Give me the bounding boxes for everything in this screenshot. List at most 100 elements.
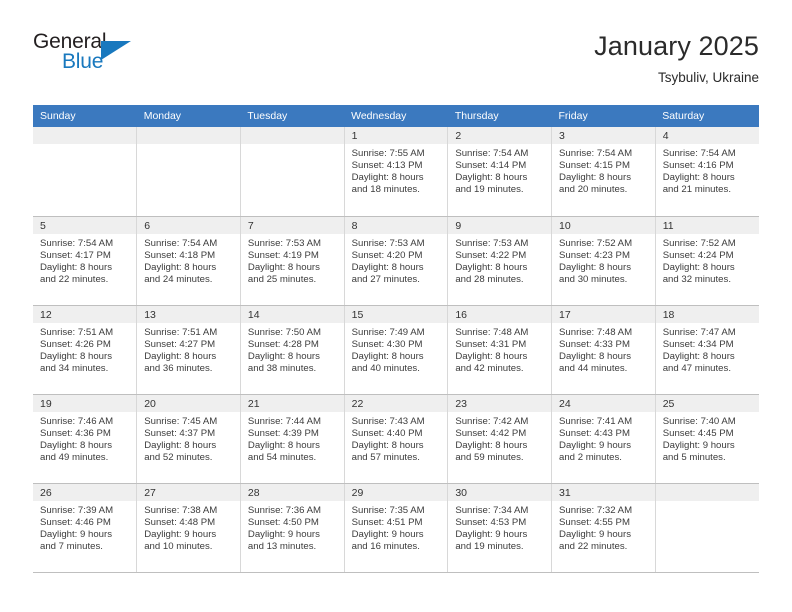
calendar-day-cell[interactable]: 27 Sunrise: 7:38 AM Sunset: 4:48 PM Dayligh… (136, 483, 241, 573)
calendar-day-cell-empty (33, 127, 138, 217)
day-detail-line: Daylight: 8 hours (144, 261, 217, 273)
day-details: Sunrise: 7:46 AM Sunset: 4:36 PM Daylight:… (33, 412, 136, 464)
day-number: 29 (344, 483, 448, 501)
day-details: Sunrise: 7:54 AM Sunset: 4:16 PM Daylight:… (656, 144, 759, 196)
day-details: Sunrise: 7:50 AM Sunset: 4:28 PM Daylight:… (241, 323, 344, 375)
day-number: 7 (240, 216, 344, 234)
calendar-day-cell[interactable]: 21 Sunrise: 7:44 AM Sunset: 4:39 PM Dayligh… (240, 394, 345, 484)
day-number: 16 (448, 305, 552, 323)
calendar-day-cell-empty (136, 127, 241, 217)
calendar-day-cell[interactable]: 22 Sunrise: 7:43 AM Sunset: 4:40 PM Dayligh… (344, 394, 449, 484)
day-detail-line: and 5 minutes. (662, 451, 726, 463)
day-detail-line: Sunrise: 7:52 AM (559, 237, 633, 249)
day-number (655, 483, 759, 501)
day-detail-line: Sunset: 4:31 PM (455, 338, 527, 350)
day-detail-line: Sunset: 4:40 PM (351, 427, 423, 439)
day-details: Sunrise: 7:45 AM Sunset: 4:37 PM Daylight:… (137, 412, 240, 464)
day-details: Sunrise: 7:51 AM Sunset: 4:26 PM Daylight:… (33, 323, 136, 375)
calendar-day-cell[interactable]: 9 Sunrise: 7:53 AM Sunset: 4:22 PM Daylight… (447, 216, 553, 306)
day-detail-line: Sunset: 4:28 PM (247, 338, 319, 350)
day-detail-line: Sunrise: 7:43 AM (351, 415, 425, 427)
day-number: 17 (552, 305, 655, 323)
weekday-header-friday: Friday (551, 105, 656, 127)
day-number: 3 (552, 127, 655, 144)
triangle-icon (101, 41, 131, 60)
day-number (33, 127, 137, 144)
day-detail-line: Daylight: 8 hours (455, 350, 528, 362)
calendar-day-cell[interactable]: 16 Sunrise: 7:48 AM Sunset: 4:31 PM Dayligh… (447, 305, 553, 395)
calendar-day-cell[interactable]: 25 Sunrise: 7:40 AM Sunset: 4:45 PM Dayligh… (655, 394, 759, 484)
day-detail-line: Sunrise: 7:53 AM (247, 237, 321, 249)
calendar-day-cell[interactable]: 6 Sunrise: 7:54 AM Sunset: 4:18 PM Daylight… (136, 216, 241, 306)
calendar-day-cell[interactable]: 1 Sunrise: 7:55 AM Sunset: 4:13 PM Daylight… (344, 127, 449, 217)
calendar-day-cell[interactable]: 14 Sunrise: 7:50 AM Sunset: 4:28 PM Dayligh… (240, 305, 345, 395)
day-detail-line: Sunrise: 7:39 AM (40, 504, 114, 516)
day-detail-line: Daylight: 8 hours (662, 350, 735, 362)
brand-name-blue: Blue (62, 50, 104, 73)
calendar-day-cell[interactable]: 18 Sunrise: 7:47 AM Sunset: 4:34 PM Dayligh… (655, 305, 759, 395)
day-details: Sunrise: 7:53 AM Sunset: 4:19 PM Daylight:… (241, 234, 344, 286)
calendar-day-cell[interactable]: 10 Sunrise: 7:52 AM Sunset: 4:23 PM Dayligh… (551, 216, 656, 306)
day-details: Sunrise: 7:42 AM Sunset: 4:42 PM Daylight:… (448, 412, 551, 464)
day-number: 20 (137, 394, 240, 412)
day-detail-line: and 52 minutes. (144, 451, 213, 463)
day-details: Sunrise: 7:53 AM Sunset: 4:22 PM Daylight:… (448, 234, 551, 286)
calendar-day-cell[interactable]: 2 Sunrise: 7:54 AM Sunset: 4:14 PM Daylight… (447, 127, 553, 217)
day-detail-line: and 25 minutes. (247, 273, 317, 285)
day-detail-line: Daylight: 8 hours (455, 261, 528, 273)
day-number: 28 (240, 483, 344, 501)
day-details: Sunrise: 7:49 AM Sunset: 4:30 PM Daylight:… (345, 323, 448, 375)
calendar-day-cell[interactable]: 3 Sunrise: 7:54 AM Sunset: 4:15 PM Daylight… (551, 127, 656, 217)
day-detail-line: and 38 minutes. (247, 362, 317, 374)
day-detail-line: Sunrise: 7:53 AM (351, 237, 425, 249)
calendar-day-cell[interactable]: 4 Sunrise: 7:54 AM Sunset: 4:16 PM Daylight… (655, 127, 759, 217)
calendar-day-cell[interactable]: 5 Sunrise: 7:54 AM Sunset: 4:17 PM Daylight… (33, 216, 138, 306)
day-number: 1 (344, 127, 448, 144)
title-block: January 2025 Tsybuliv, Ukraine (594, 30, 759, 88)
day-detail-line: and 20 minutes. (559, 184, 628, 196)
calendar-day-cell[interactable]: 24 Sunrise: 7:41 AM Sunset: 4:43 PM Dayligh… (551, 394, 656, 484)
day-details: Sunrise: 7:34 AM Sunset: 4:53 PM Daylight:… (448, 501, 551, 553)
day-detail-line: Sunrise: 7:41 AM (559, 415, 633, 427)
day-number: 10 (552, 216, 655, 234)
day-detail-line: and 34 minutes. (40, 362, 109, 374)
day-details: Sunrise: 7:54 AM Sunset: 4:18 PM Daylight:… (137, 234, 240, 286)
day-number: 27 (137, 483, 240, 501)
calendar-day-cell[interactable]: 30 Sunrise: 7:34 AM Sunset: 4:53 PM Dayligh… (447, 483, 553, 573)
day-detail-line: and 49 minutes. (40, 451, 109, 463)
calendar-day-cell[interactable]: 13 Sunrise: 7:51 AM Sunset: 4:27 PM Dayligh… (136, 305, 241, 395)
calendar-day-cell[interactable]: 7 Sunrise: 7:53 AM Sunset: 4:19 PM Daylight… (240, 216, 345, 306)
calendar-day-cell[interactable]: 11 Sunrise: 7:52 AM Sunset: 4:24 PM Dayligh… (655, 216, 759, 306)
calendar-week-row: 1 Sunrise: 7:55 AM Sunset: 4:13 PM Daylight… (33, 127, 759, 217)
day-detail-line: Sunset: 4:22 PM (455, 249, 527, 261)
calendar-day-cell[interactable]: 12 Sunrise: 7:51 AM Sunset: 4:26 PM Dayligh… (33, 305, 138, 395)
day-details: Sunrise: 7:35 AM Sunset: 4:51 PM Daylight:… (345, 501, 448, 553)
day-detail-line: and 10 minutes. (144, 540, 213, 552)
day-details: Sunrise: 7:53 AM Sunset: 4:20 PM Daylight:… (345, 234, 448, 286)
day-detail-line: and 28 minutes. (455, 273, 524, 285)
day-detail-line: Daylight: 8 hours (455, 172, 528, 184)
calendar-day-cell[interactable]: 17 Sunrise: 7:48 AM Sunset: 4:33 PM Dayligh… (551, 305, 656, 395)
calendar-day-cell[interactable]: 8 Sunrise: 7:53 AM Sunset: 4:20 PM Daylight… (344, 216, 449, 306)
day-details: Sunrise: 7:36 AM Sunset: 4:50 PM Daylight:… (241, 501, 344, 553)
calendar-day-cell[interactable]: 29 Sunrise: 7:35 AM Sunset: 4:51 PM Dayligh… (344, 483, 449, 573)
calendar-day-cell[interactable]: 28 Sunrise: 7:36 AM Sunset: 4:50 PM Dayligh… (240, 483, 345, 573)
calendar-body: 1 Sunrise: 7:55 AM Sunset: 4:13 PM Daylight… (33, 127, 759, 573)
brand-logo[interactable]: General Blue (33, 30, 233, 90)
day-number: 31 (552, 483, 655, 501)
calendar-day-cell[interactable]: 19 Sunrise: 7:46 AM Sunset: 4:36 PM Dayligh… (33, 394, 138, 484)
day-number: 15 (344, 305, 448, 323)
calendar-day-cell[interactable]: 31 Sunrise: 7:32 AM Sunset: 4:55 PM Dayligh… (551, 483, 656, 573)
day-detail-line: Sunrise: 7:55 AM (351, 148, 425, 159)
day-details (241, 144, 344, 148)
day-number (240, 127, 344, 144)
calendar-day-cell[interactable]: 15 Sunrise: 7:49 AM Sunset: 4:30 PM Dayligh… (344, 305, 449, 395)
day-number: 19 (33, 394, 137, 412)
day-number: 6 (137, 216, 240, 234)
calendar-day-cell[interactable]: 26 Sunrise: 7:39 AM Sunset: 4:46 PM Dayligh… (33, 483, 138, 573)
day-details: Sunrise: 7:54 AM Sunset: 4:17 PM Daylight:… (33, 234, 136, 286)
calendar-day-cell[interactable]: 20 Sunrise: 7:45 AM Sunset: 4:37 PM Dayligh… (136, 394, 241, 484)
calendar-day-cell[interactable]: 23 Sunrise: 7:42 AM Sunset: 4:42 PM Dayligh… (447, 394, 553, 484)
day-detail-line: Sunrise: 7:51 AM (40, 326, 114, 338)
day-detail-line: Daylight: 9 hours (40, 528, 112, 540)
